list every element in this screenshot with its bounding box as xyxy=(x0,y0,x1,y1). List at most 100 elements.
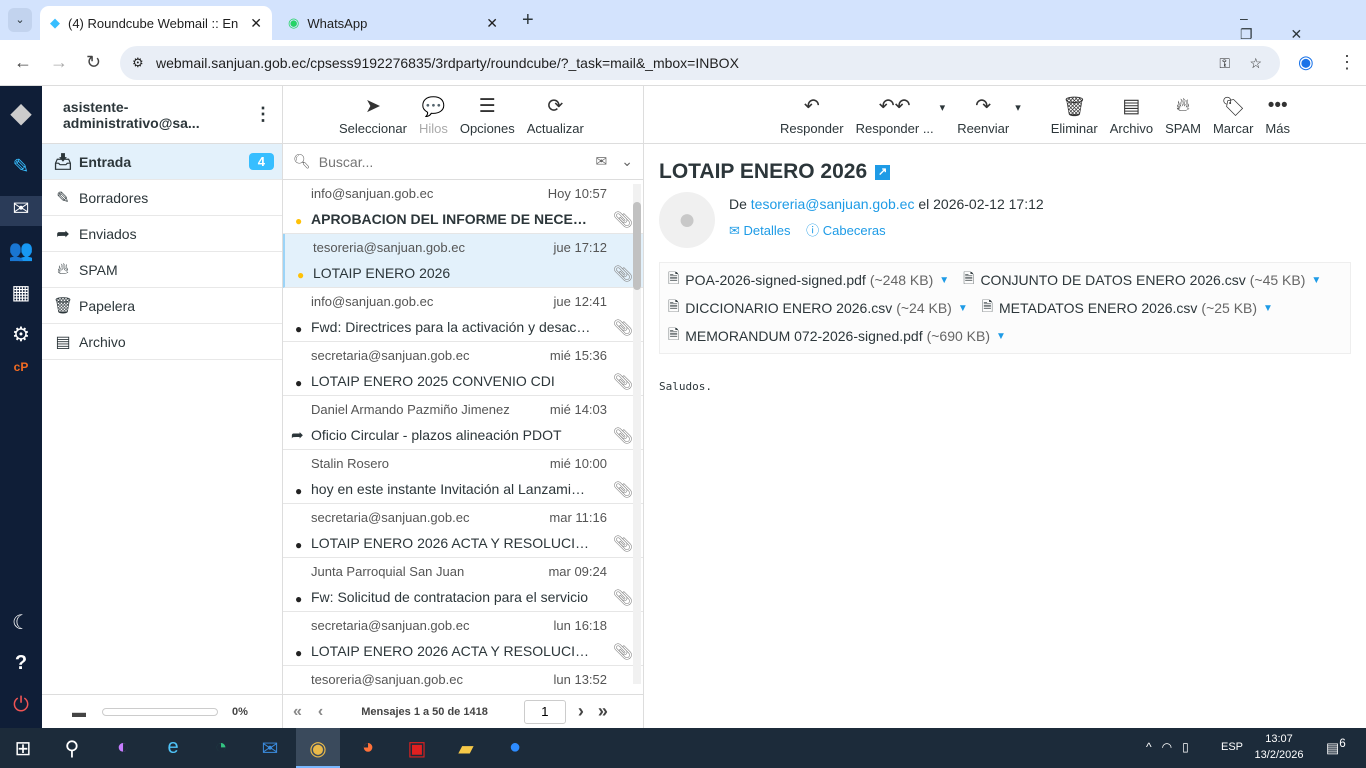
dropdown-arrow-icon[interactable]: ▼ xyxy=(996,331,1006,342)
reply-all-button[interactable]: ↶↶ Responder ... xyxy=(850,95,940,136)
zoom-icon[interactable]: ● xyxy=(500,736,530,759)
message-row[interactable]: secretaria@sanjuan.gob.ec mié 15:36 ● LOTAI… xyxy=(283,342,643,396)
dropdown-arrow-icon[interactable]: ▼ xyxy=(1263,303,1273,314)
tab-list-button[interactable]: ⌄ xyxy=(8,8,32,32)
label: Cabeceras xyxy=(822,223,886,238)
star-icon[interactable]: ☆ xyxy=(1249,55,1262,72)
label: Responder xyxy=(780,121,844,136)
folder-archivo[interactable]: ▤ Archivo xyxy=(42,324,282,360)
message-row[interactable]: info@sanjuan.gob.ec Hoy 10:57 ● APROBACION … xyxy=(283,180,643,234)
message-row[interactable]: Stalin Rosero mié 10:00 ● hoy en este insta… xyxy=(283,450,643,504)
mail-icon[interactable]: ✉ xyxy=(0,196,42,226)
message-row[interactable]: Junta Parroquial San Juan mar 09:24 ● Fw: S… xyxy=(283,558,643,612)
edge-icon[interactable]: ◔ xyxy=(206,736,236,759)
search-input[interactable] xyxy=(318,153,579,170)
folder-spam[interactable]: 🔥︎ SPAM xyxy=(42,252,282,288)
contacts-icon[interactable]: 👥 xyxy=(0,238,42,263)
next-page-icon[interactable]: › xyxy=(578,701,584,722)
prev-page-icon[interactable]: ‹ xyxy=(318,703,323,721)
site-settings-icon[interactable]: ⚙ xyxy=(132,55,144,71)
dropdown-arrow-icon[interactable]: ▼ xyxy=(939,275,949,286)
message-row[interactable]: secretaria@sanjuan.gob.ec lun 16:18 ● LOTAI… xyxy=(283,612,643,666)
logout-icon[interactable]: ⏻ xyxy=(0,694,42,717)
calendar-icon[interactable]: ▦ xyxy=(0,280,42,305)
reload-icon[interactable]: ↻ xyxy=(86,52,101,73)
firefox-icon[interactable]: ◕ xyxy=(353,736,383,759)
fire-button[interactable]: 🔥︎ SPAM xyxy=(1159,95,1207,136)
trash-button[interactable]: 🗑︎ Eliminar xyxy=(1045,95,1104,136)
dropdown-arrow-icon[interactable]: ▼ xyxy=(958,303,968,314)
profile-icon[interactable]: ◉ xyxy=(1298,52,1314,73)
forward-icon[interactable]: → xyxy=(50,52,68,73)
close-icon[interactable]: ✕ xyxy=(486,15,498,32)
attachment[interactable]: 🗎 DICCIONARIO ENERO 2026.csv (~24 KB) ▼ xyxy=(668,294,968,322)
new-tab-button[interactable]: + xyxy=(522,9,534,32)
internet-explorer-icon[interactable]: e xyxy=(158,736,188,759)
tab-whatsapp[interactable]: ◉ WhatsApp ✕ xyxy=(278,6,508,40)
message-row[interactable]: secretaria@sanjuan.gob.ec mar 11:16 ● LOTAI… xyxy=(283,504,643,558)
chrome-icon[interactable]: ◉ xyxy=(296,728,340,768)
folder-entrada[interactable]: 📥︎ Entrada 4 xyxy=(42,144,282,180)
forward-button[interactable]: ↷ Reenviar xyxy=(951,95,1015,136)
chevron-down-icon[interactable]: ⌄ xyxy=(621,153,633,170)
headers-link[interactable]: ⓘ Cabeceras xyxy=(806,223,886,238)
dropdown-arrow-icon[interactable]: ▾ xyxy=(1015,101,1021,114)
menu-icon[interactable]: ⋮ xyxy=(1338,52,1356,73)
tag-button[interactable]: 🏷︎ Marcar xyxy=(1207,95,1259,136)
windows-start-icon[interactable]: ⊞ xyxy=(8,736,38,761)
dropdown-arrow-icon[interactable]: ▾ xyxy=(940,101,946,114)
more-options-icon[interactable]: ⋮ xyxy=(254,104,272,125)
message-row[interactable]: Daniel Armando Pazmiño Jimenez mié 14:03 ➦… xyxy=(283,396,643,450)
threads-button[interactable]: 💬 Hilos xyxy=(413,95,454,136)
file-explorer-icon[interactable]: ▰ xyxy=(451,736,481,761)
folder-enviados[interactable]: ➦ Enviados xyxy=(42,216,282,252)
url-input[interactable]: ⚙ webmail.sanjuan.gob.ec/cpsess919227683… xyxy=(120,46,1280,80)
clock[interactable]: 13:07 13/2/2026 xyxy=(1252,733,1306,761)
acrobat-icon[interactable]: ▣ xyxy=(402,736,432,761)
sender-link[interactable]: tesoreria@sanjuan.gob.ec xyxy=(751,196,915,212)
language-indicator[interactable]: ESP xyxy=(1221,741,1243,753)
envelope-icon[interactable]: ✉ xyxy=(596,153,608,170)
folder-borradores[interactable]: ✎ Borradores xyxy=(42,180,282,216)
tab-roundcube[interactable]: ◆ (4) Roundcube Webmail :: Entra ✕ xyxy=(40,6,272,40)
details-link[interactable]: ✉ Detalles xyxy=(729,223,791,238)
options-button[interactable]: ☰ Opciones xyxy=(454,95,521,136)
folder-papelera[interactable]: 🗑︎ Papelera xyxy=(42,288,282,324)
attachment[interactable]: 🗎 CONJUNTO DE DATOS ENERO 2026.csv (~45 KB… xyxy=(963,266,1321,294)
copilot-icon[interactable]: ◐ xyxy=(108,736,138,759)
settings-icon[interactable]: ⚙ xyxy=(0,322,42,347)
select-button[interactable]: ➤ Seleccionar xyxy=(333,95,413,136)
close-icon[interactable]: ✕ xyxy=(250,15,262,32)
page-input[interactable] xyxy=(523,699,566,724)
window-controls[interactable]: –❐✕ xyxy=(1240,10,1366,43)
archive-button[interactable]: ▤ Archivo xyxy=(1104,95,1159,136)
subject: Oficio Circular - plazos alineación PDOT xyxy=(311,427,562,443)
more-button[interactable]: ••• Más xyxy=(1259,95,1296,136)
message-row[interactable]: tesoreria@sanjuan.gob.ec lun 13:52 xyxy=(283,666,643,688)
attachment[interactable]: 🗎 POA-2026-signed-signed.pdf (~248 KB) ▼ xyxy=(668,266,949,294)
chat-icon: 💬 xyxy=(421,97,446,118)
notifications-icon[interactable]: ▤6 xyxy=(1326,737,1346,757)
help-icon[interactable]: ? xyxy=(0,652,42,675)
scrollbar[interactable] xyxy=(633,184,641,684)
message-row[interactable]: info@sanjuan.gob.ec jue 12:41 ● Fwd: Direct… xyxy=(283,288,643,342)
dark-mode-icon[interactable]: ☾ xyxy=(0,610,42,635)
last-page-icon[interactable]: » xyxy=(598,701,608,722)
attachment[interactable]: 🗎 METADATOS ENERO 2026.csv (~25 KB) ▼ xyxy=(982,294,1273,322)
open-window-icon[interactable]: ↗ xyxy=(875,164,891,180)
first-page-icon[interactable]: « xyxy=(293,703,302,721)
refresh-button[interactable]: ⟳ Actualizar xyxy=(521,95,590,136)
folder-label: Borradores xyxy=(79,189,149,206)
cpanel-icon[interactable]: cP xyxy=(0,360,42,374)
attachment[interactable]: 🗎 MEMORANDUM 072-2026-signed.pdf (~690 KB)… xyxy=(668,322,1006,350)
compose-icon[interactable]: ✎ xyxy=(0,154,42,179)
dropdown-arrow-icon[interactable]: ▼ xyxy=(1311,275,1321,286)
reply-button[interactable]: ↶ Responder xyxy=(774,95,850,136)
message-row[interactable]: tesoreria@sanjuan.gob.ec jue 17:12 ● LOTAIP… xyxy=(283,234,643,288)
tray-icons[interactable]: ^ ◠ ▯ xyxy=(1146,740,1189,754)
taskbar: ⊞ ⚲ ◐ e ◔ ✉ ◉ ◕ ▣ ▰ ● ^ ◠ ▯ ESP 13:07 13/… xyxy=(0,728,1366,768)
key-icon[interactable]: ⚿ xyxy=(1219,55,1230,72)
outlook-icon[interactable]: ✉ xyxy=(255,736,285,761)
back-icon[interactable]: ← xyxy=(14,52,32,73)
search-icon[interactable]: ⚲ xyxy=(57,736,87,761)
